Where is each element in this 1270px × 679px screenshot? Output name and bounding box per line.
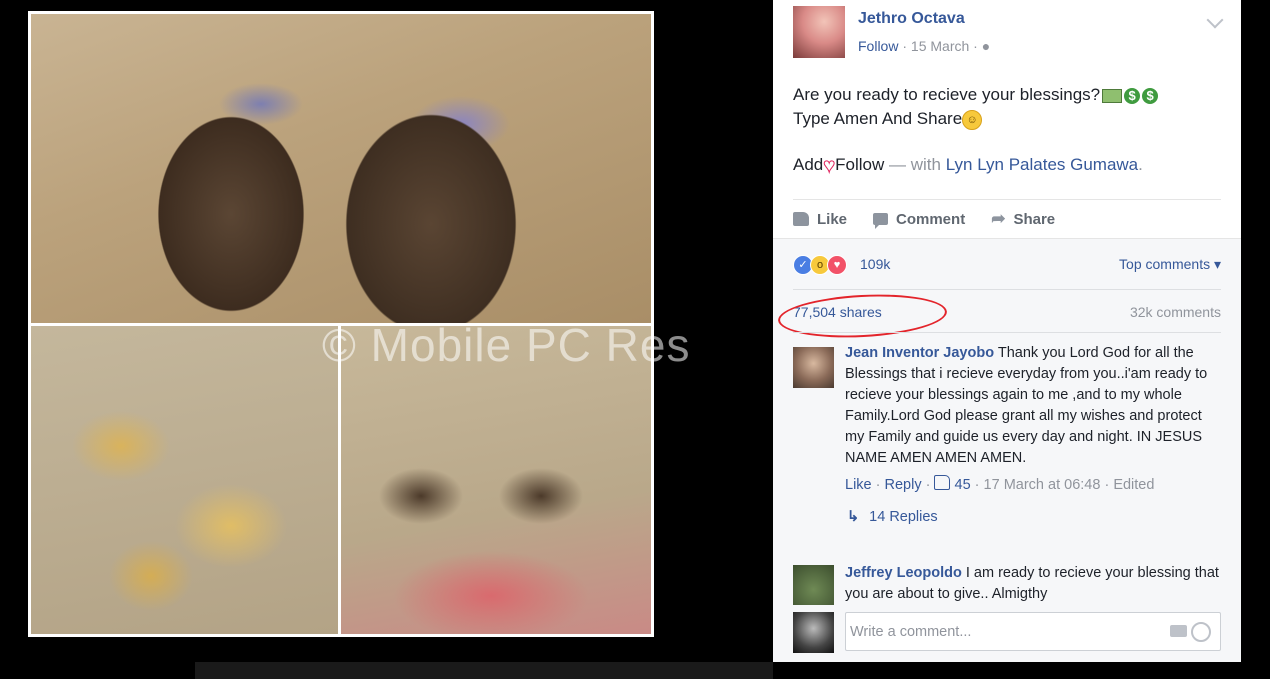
comment-actions: Like · Reply · 45 · 17 March at 06:48 · … bbox=[845, 475, 1155, 493]
comment-item: Jeffrey Leopoldo I am ready to recieve y… bbox=[793, 563, 1221, 605]
comment-time[interactable]: 17 March at 06:48 bbox=[984, 477, 1101, 493]
feedback-section: ✓ o ♥ 109k Top comments ▾ 77,504 shares … bbox=[773, 238, 1241, 662]
globe-icon: ● bbox=[981, 38, 991, 54]
photo-scattered-bills bbox=[31, 326, 338, 634]
comment-like-count[interactable]: 45 bbox=[955, 477, 971, 493]
post-text-line: Add♥Follow — with Lyn Lyn Palates Gumawa… bbox=[793, 155, 1143, 178]
reply-arrow-icon: ↳ bbox=[847, 509, 860, 525]
comment-body: Jean Inventor Jayobo Thank you Lord God … bbox=[845, 343, 1221, 528]
post-header: Jethro Octava Follow · 15 March · ● bbox=[793, 6, 1224, 66]
annotation-circle bbox=[777, 290, 948, 342]
post-text-line: Type Amen And Share ☺ bbox=[793, 107, 1221, 131]
chevron-down-icon[interactable] bbox=[1206, 11, 1224, 29]
emoji-icon[interactable] bbox=[1191, 622, 1211, 642]
watermark: © Mobile PC Res bbox=[322, 319, 691, 371]
heart-emoji: ♥ bbox=[823, 155, 836, 178]
reaction-count[interactable]: 109k bbox=[860, 256, 890, 272]
commenter-name[interactable]: Jean Inventor Jayobo bbox=[845, 345, 994, 361]
love-reaction-icon: ♥ bbox=[827, 255, 847, 275]
post-panel: Jethro Octava Follow · 15 March · ● Are … bbox=[773, 0, 1241, 662]
post-date[interactable]: 15 March bbox=[911, 38, 969, 54]
thumbs-up-icon bbox=[793, 212, 809, 226]
share-button[interactable]: ➦ Share bbox=[991, 209, 1055, 229]
money-sign-emoji: $ bbox=[1124, 87, 1141, 104]
top-comments-dropdown[interactable]: Top comments ▾ bbox=[1119, 256, 1221, 273]
smile-emoji: ☺ bbox=[962, 109, 983, 130]
photo-money-bundles bbox=[341, 326, 651, 634]
reaction-icons[interactable]: ✓ o ♥ bbox=[793, 255, 847, 275]
divider bbox=[793, 332, 1221, 333]
money-sign-emoji: $ bbox=[1142, 87, 1159, 104]
edited-label[interactable]: Edited bbox=[1113, 477, 1154, 493]
like-button[interactable]: Like bbox=[793, 211, 847, 228]
current-user-avatar bbox=[793, 612, 834, 653]
money-bill-emoji bbox=[1102, 88, 1123, 103]
photo-viewer-bottom-bar bbox=[195, 662, 773, 679]
comment-like-link[interactable]: Like bbox=[845, 477, 872, 493]
follow-link[interactable]: Follow bbox=[858, 38, 898, 54]
comment-text: Thank you Lord God for all the Blessings… bbox=[845, 345, 1208, 466]
meta-separator: · bbox=[902, 38, 908, 54]
meta-separator: · bbox=[973, 38, 978, 54]
post-text-line: Are you ready to recieve your blessings?… bbox=[793, 83, 1221, 107]
tagged-user[interactable]: Lyn Lyn Palates Gumawa bbox=[946, 155, 1138, 174]
post-text-spacer bbox=[793, 131, 1221, 153]
counts-row: 77,504 shares 32k comments bbox=[777, 289, 1221, 342]
write-comment-row: Write a comment... bbox=[793, 612, 1221, 656]
author-name[interactable]: Jethro Octava bbox=[858, 10, 965, 28]
post-text: Are you ready to recieve your blessings?… bbox=[793, 83, 1221, 178]
photo-money-stacks bbox=[31, 14, 651, 323]
share-arrow-icon: ➦ bbox=[991, 209, 1006, 228]
commenter-avatar[interactable] bbox=[793, 565, 834, 605]
comment-input[interactable]: Write a comment... bbox=[845, 612, 1221, 651]
view-replies-link[interactable]: ↳ 14 Replies bbox=[845, 507, 1221, 528]
author-avatar[interactable] bbox=[793, 6, 845, 58]
comment-icon bbox=[873, 213, 889, 229]
post-action-bar: Like Comment ➦ Share bbox=[793, 199, 1221, 238]
camera-icon[interactable] bbox=[1170, 625, 1187, 637]
comment-body: Jeffrey Leopoldo I am ready to recieve y… bbox=[845, 563, 1221, 605]
with-text: — with bbox=[888, 155, 941, 174]
commenter-avatar[interactable] bbox=[793, 347, 834, 388]
comment-reply-link[interactable]: Reply bbox=[885, 477, 922, 493]
post-meta: Follow · 15 March · ● bbox=[858, 38, 990, 54]
commenter-name[interactable]: Jeffrey Leopoldo bbox=[845, 565, 962, 581]
thumbs-up-icon bbox=[934, 475, 951, 490]
comment-button[interactable]: Comment bbox=[873, 211, 965, 229]
comments-count[interactable]: 32k comments bbox=[1130, 304, 1221, 320]
reactions-row: ✓ o ♥ 109k Top comments ▾ bbox=[793, 253, 1221, 277]
